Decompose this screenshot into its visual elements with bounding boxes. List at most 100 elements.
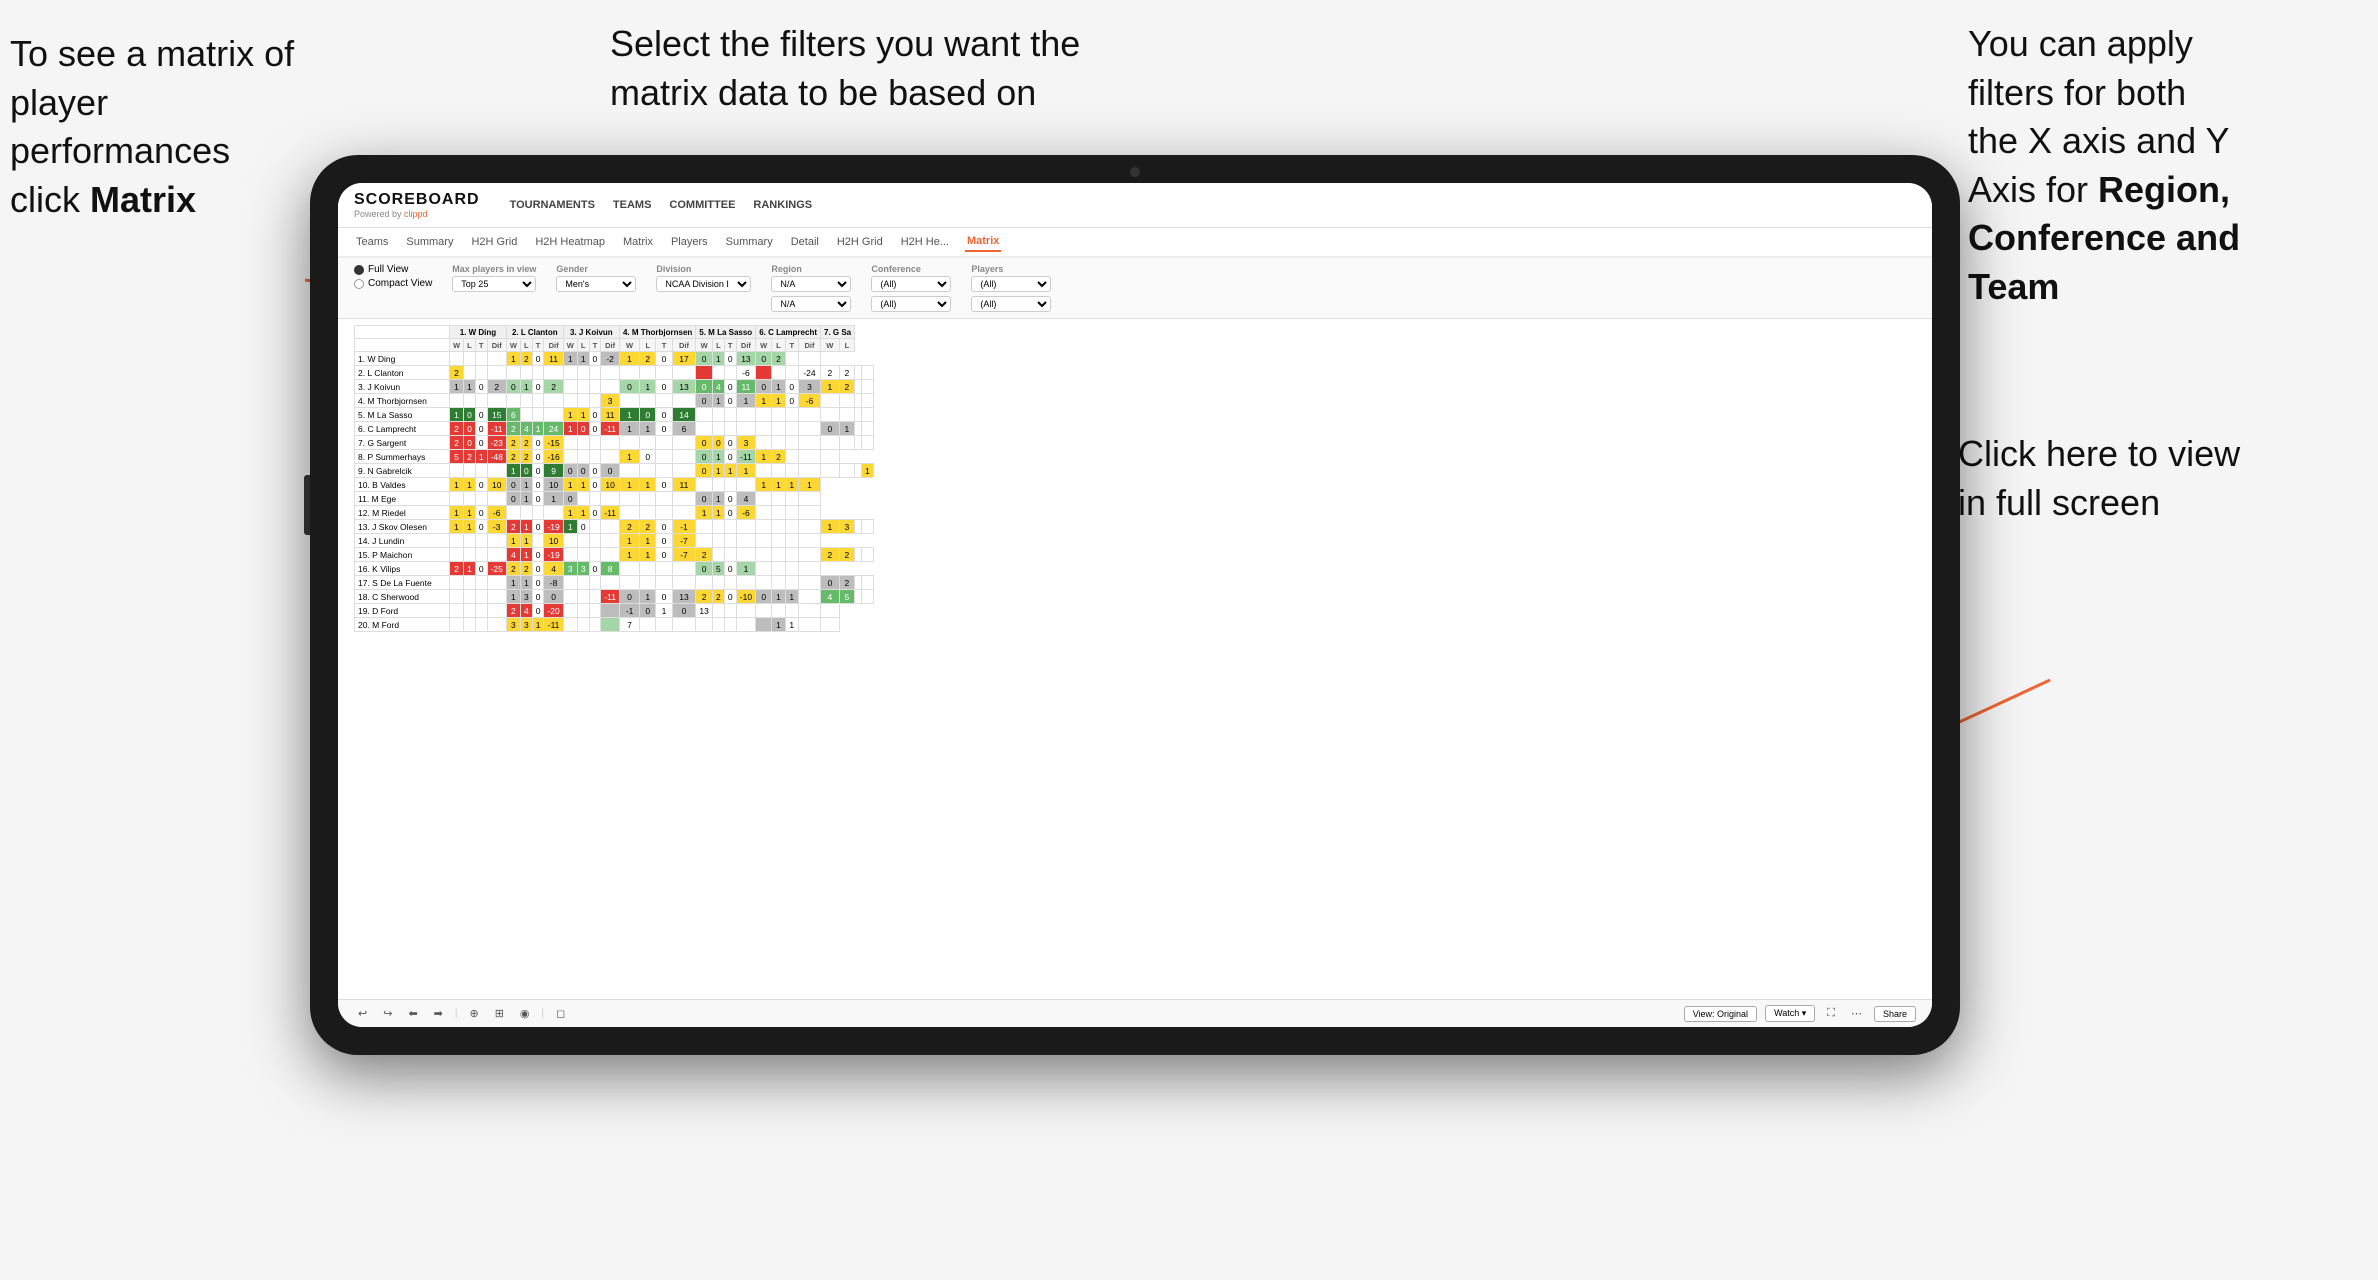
matrix-cell <box>736 576 756 590</box>
matrix-cell <box>724 520 736 534</box>
matrix-cell: 11 <box>736 380 756 394</box>
matrix-cell: 1 <box>785 618 798 632</box>
filter-region-select-y[interactable]: N/A <box>771 296 851 312</box>
matrix-cell: 0 <box>475 422 487 436</box>
matrix-cell: 1 <box>577 352 589 366</box>
matrix-cell <box>785 492 798 506</box>
matrix-cell: 1 <box>712 394 724 408</box>
matrix-cell <box>601 492 620 506</box>
matrix-cell: 1 <box>520 520 532 534</box>
toolbar-square[interactable]: ◻ <box>552 1005 569 1022</box>
matrix-cell: 1 <box>736 394 756 408</box>
nav-rankings[interactable]: RANKINGS <box>753 199 812 211</box>
view-original-button[interactable]: View: Original <box>1684 1006 1757 1022</box>
matrix-cell <box>756 506 772 520</box>
subnav-h2h-he[interactable]: H2H He... <box>899 233 951 251</box>
matrix-table: 1. W Ding 2. L Clanton 3. J Koivun 4. M … <box>354 325 874 632</box>
matrix-cell <box>798 506 820 520</box>
matrix-cell <box>785 534 798 548</box>
filter-players-select-x[interactable]: (All) <box>971 276 1051 292</box>
toolbar-sep2: | <box>542 1008 545 1019</box>
subnav-summary2[interactable]: Summary <box>724 233 775 251</box>
ann-left-line2: player performances <box>10 82 230 172</box>
matrix-cell <box>712 478 724 492</box>
filter-conference-select-y[interactable]: (All) <box>871 296 951 312</box>
matrix-cell: 1 <box>640 422 656 436</box>
subnav-players[interactable]: Players <box>669 233 710 251</box>
matrix-cell <box>855 422 862 436</box>
share-button[interactable]: Share <box>1874 1006 1916 1022</box>
radio-full-view[interactable]: Full View <box>354 264 432 275</box>
toolbar-grid[interactable]: ⊞ <box>491 1005 508 1022</box>
toolbar-undo[interactable]: ↩ <box>354 1005 371 1022</box>
subnav-h2h-grid[interactable]: H2H Grid <box>469 233 519 251</box>
toolbar-back[interactable]: ⬅ <box>404 1005 421 1022</box>
matrix-cell: 0 <box>656 352 672 366</box>
matrix-cell <box>772 464 785 478</box>
filter-division-select[interactable]: NCAA Division I <box>656 276 751 292</box>
radio-compact-view[interactable]: Compact View <box>354 278 432 289</box>
matrix-cell <box>672 562 696 576</box>
matrix-cell: 2 <box>450 422 464 436</box>
filter-view-options: Full View Compact View <box>354 264 432 289</box>
matrix-cell <box>862 422 874 436</box>
matrix-cell: 1 <box>577 506 589 520</box>
subnav-matrix-active[interactable]: Matrix <box>965 232 1001 252</box>
matrix-area[interactable]: 1. W Ding 2. L Clanton 3. J Koivun 4. M … <box>338 319 1932 999</box>
matrix-cell <box>772 436 785 450</box>
matrix-cell <box>464 464 476 478</box>
matrix-cell: -2 <box>601 352 620 366</box>
toolbar-screen[interactable]: ⛶ <box>1823 1005 1839 1022</box>
toolbar-dots[interactable]: ⋯ <box>1847 1005 1866 1022</box>
matrix-cell <box>475 576 487 590</box>
matrix-cell <box>563 450 577 464</box>
toolbar-zoom-in[interactable]: ⊕ <box>465 1005 482 1022</box>
subnav-teams[interactable]: Teams <box>354 233 390 251</box>
matrix-cell: 4 <box>821 590 840 604</box>
matrix-cell: 0 <box>532 380 544 394</box>
player-name-cell: 4. M Thorbjornsen <box>355 394 450 408</box>
matrix-cell <box>577 450 589 464</box>
subnav-detail[interactable]: Detail <box>789 233 821 251</box>
matrix-cell: 1 <box>736 562 756 576</box>
matrix-cell: 0 <box>696 394 713 408</box>
matrix-cell <box>724 478 736 492</box>
matrix-cell <box>475 548 487 562</box>
matrix-cell <box>756 464 772 478</box>
subnav-h2h-heatmap[interactable]: H2H Heatmap <box>533 233 607 251</box>
table-row: 20. M Ford331-11711 <box>355 618 874 632</box>
filter-gender-select[interactable]: Men's <box>556 276 636 292</box>
matrix-cell <box>821 464 840 478</box>
matrix-cell: 0 <box>696 562 713 576</box>
matrix-cell <box>724 408 736 422</box>
toolbar-redo[interactable]: ↪ <box>379 1005 396 1022</box>
matrix-cell <box>589 520 601 534</box>
filter-players-select-y[interactable]: (All) <box>971 296 1051 312</box>
matrix-cell: 2 <box>772 450 785 464</box>
matrix-cell: 0 <box>475 506 487 520</box>
subnav-matrix[interactable]: Matrix <box>621 233 655 251</box>
ann-right-l2: filters for both <box>1968 72 2186 113</box>
toolbar-circle[interactable]: ◉ <box>516 1005 534 1022</box>
matrix-cell: 0 <box>785 394 798 408</box>
matrix-cell: 0 <box>577 464 589 478</box>
matrix-cell: 0 <box>532 520 544 534</box>
matrix-cell <box>577 436 589 450</box>
subnav-summary[interactable]: Summary <box>404 233 455 251</box>
matrix-cell <box>640 492 656 506</box>
filter-conference-select-x[interactable]: (All) <box>871 276 951 292</box>
nav-teams[interactable]: TEAMS <box>613 199 652 211</box>
ann-br-l2: in full screen <box>1958 482 2160 523</box>
matrix-cell <box>589 450 601 464</box>
nav-committee[interactable]: COMMITTEE <box>669 199 735 211</box>
matrix-cell: 0 <box>589 464 601 478</box>
filter-max-players-select[interactable]: Top 25 <box>452 276 536 292</box>
subnav-h2h-grid2[interactable]: H2H Grid <box>835 233 885 251</box>
watch-button[interactable]: Watch ▾ <box>1765 1005 1815 1022</box>
matrix-cell <box>487 492 506 506</box>
matrix-cell: 0 <box>577 422 589 436</box>
toolbar-forward[interactable]: ➡ <box>430 1005 447 1022</box>
filter-region-select-x[interactable]: N/A <box>771 276 851 292</box>
matrix-cell <box>487 548 506 562</box>
nav-tournaments[interactable]: TOURNAMENTS <box>510 199 595 211</box>
